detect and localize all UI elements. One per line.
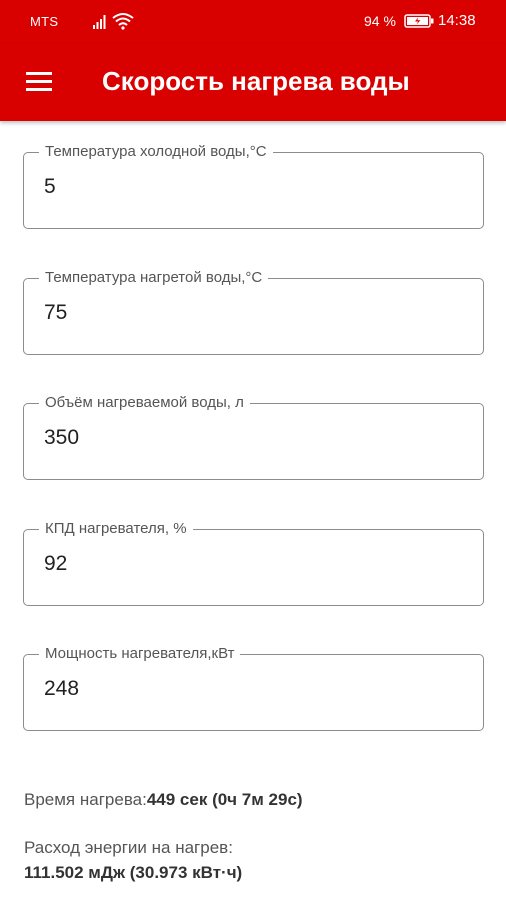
heater-power-field: Мощность нагревателя,кВт (23, 645, 484, 731)
water-volume-field: Объём нагреваемой воды, л (23, 394, 484, 480)
wifi-icon (112, 13, 134, 30)
heater-efficiency-field: КПД нагревателя, % (23, 520, 484, 606)
hamburger-menu-icon (26, 88, 52, 91)
hot-water-temperature-field: Температура нагретой воды,°С (23, 269, 484, 355)
field-label: Температура нагретой воды,°С (39, 269, 269, 286)
energy-value: 111.502 мДж (30.973 кВт·ч) (24, 863, 243, 882)
heater-power-input[interactable] (44, 677, 464, 701)
heating-time-label: Время нагрева: (24, 790, 147, 809)
battery-percent: 94 % (364, 13, 396, 29)
signal-strength-icon (93, 15, 106, 29)
carrier-name: MTS (30, 14, 59, 29)
page-title: Скорость нагрева воды (102, 66, 410, 96)
field-label: Мощность нагревателя,кВт (39, 645, 241, 662)
cold-water-temperature-field: Температура холодной воды,°С (23, 143, 484, 229)
field-label: КПД нагревателя, % (39, 520, 193, 537)
field-label: Температура холодной воды,°С (39, 143, 273, 160)
heating-time-value: 449 сек (0ч 7м 29с) (146, 790, 303, 809)
heating-time-result: Время нагрева:449 сек (0ч 7м 29с) (24, 790, 303, 810)
clock: 14:38 (438, 12, 476, 29)
app-bar: Скорость нагрева воды (0, 44, 506, 121)
battery-charging-icon (404, 14, 434, 28)
status-bar: MTS 94 % 14:38 (0, 0, 506, 44)
water-volume-input[interactable] (44, 426, 464, 450)
cold-water-temperature-input[interactable] (44, 175, 464, 199)
hot-water-temperature-input[interactable] (44, 301, 464, 325)
field-label: Объём нагреваемой воды, л (39, 394, 250, 411)
energy-label: Расход энергии на нагрев: (24, 838, 233, 857)
hamburger-menu-icon (26, 80, 52, 83)
menu-button[interactable] (24, 70, 54, 94)
heater-efficiency-input[interactable] (44, 552, 464, 576)
hamburger-menu-icon (26, 72, 52, 75)
